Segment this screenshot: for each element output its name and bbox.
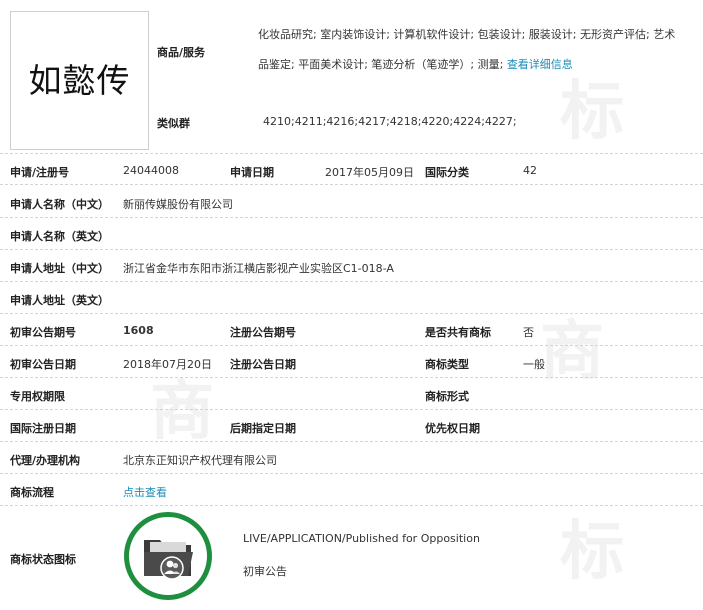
applicant-cn-value: 新丽传媒股份有限公司 (123, 198, 233, 211)
status-label: 商标状态图标 (10, 553, 76, 566)
address-cn-label: 申请人地址（中文） (10, 262, 109, 275)
intl-reg-date-label: 国际注册日期 (10, 422, 76, 435)
view-details-link[interactable]: 查看详细信息 (507, 58, 573, 71)
reg-issue-label: 注册公告期号 (230, 326, 296, 339)
flow-label: 商标流程 (10, 486, 54, 499)
agent-label: 代理/办理机构 (10, 454, 81, 467)
status-english: LIVE/APPLICATION/Published for Oppositio… (243, 532, 480, 545)
goods-services-line1: 化妆品研究; 室内装饰设计; 计算机软件设计; 包装设计; 服装设计; 无形资产… (258, 28, 676, 41)
tm-type-label: 商标类型 (425, 358, 469, 371)
folder-user-icon (144, 540, 193, 580)
later-date-label: 后期指定日期 (230, 422, 296, 435)
apply-date-value: 2017年05月09日 (325, 166, 414, 179)
applicant-en-label: 申请人名称（英文） (10, 230, 109, 243)
watermark-glyph: 标 (560, 515, 624, 589)
goods-services-text: 品鉴定; 平面美术设计; 笔迹分析（笔迹学）; 测量; (258, 58, 504, 71)
goods-services-line2: 品鉴定; 平面美术设计; 笔迹分析（笔迹学）; 测量; 查看详细信息 (258, 52, 573, 78)
status-chinese: 初审公告 (243, 565, 287, 578)
shared-value: 否 (523, 326, 534, 339)
reg-no-label: 申请/注册号 (10, 166, 70, 179)
similar-group-value: 4210;4211;4216;4217;4218;4220;4224;4227; (263, 115, 517, 128)
goods-services-label: 商品/服务 (157, 46, 206, 59)
reg-no-value: 24044008 (123, 164, 179, 177)
watermark-glyph: 商 (150, 375, 214, 449)
shared-label: 是否共有商标 (425, 326, 491, 339)
intl-class-label: 国际分类 (425, 166, 469, 179)
prelim-date-label: 初审公告日期 (10, 358, 76, 371)
applicant-cn-label: 申请人名称（中文） (10, 198, 109, 211)
priority-date-label: 优先权日期 (425, 422, 480, 435)
tm-type-value: 一般 (523, 358, 545, 371)
prelim-issue-label: 初审公告期号 (10, 326, 76, 339)
prelim-issue-value: 1608 (123, 324, 154, 337)
similar-group-label: 类似群 (157, 117, 190, 130)
agent-value: 北京东正知识产权代理有限公司 (123, 454, 277, 467)
tm-form-label: 商标形式 (425, 390, 469, 403)
prelim-date-value: 2018年07月20日 (123, 358, 212, 371)
address-cn-value: 浙江省金华市东阳市浙江横店影视产业实验区C1-018-A (123, 262, 394, 275)
reg-date-label: 注册公告日期 (230, 358, 296, 371)
trademark-name: 如懿传 (28, 61, 131, 100)
exclusive-period-label: 专用权期限 (10, 390, 65, 403)
view-flow-link[interactable]: 点击查看 (123, 484, 167, 500)
status-ring (124, 512, 212, 600)
address-en-label: 申请人地址（英文） (10, 294, 109, 307)
apply-date-label: 申请日期 (230, 166, 274, 179)
trademark-image: 如懿传 (10, 11, 149, 150)
intl-class-value: 42 (523, 164, 537, 177)
